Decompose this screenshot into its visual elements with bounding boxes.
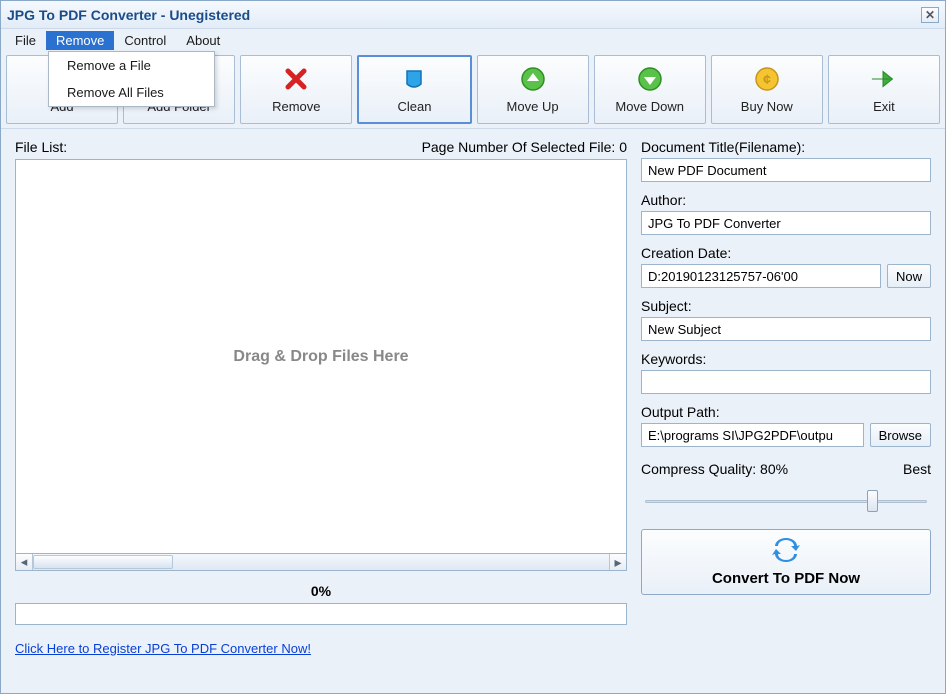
arrow-up-icon (519, 65, 547, 93)
arrow-down-icon (636, 65, 664, 93)
remove-dropdown: Remove a File Remove All Files (48, 51, 215, 107)
clean-icon (400, 65, 428, 93)
file-list-label: File List: (15, 139, 67, 155)
page-number-label: Page Number Of Selected File: 0 (422, 139, 627, 155)
clean-button[interactable]: Clean (357, 55, 471, 124)
move-up-label: Move Up (507, 99, 559, 114)
exit-button[interactable]: Exit (828, 55, 940, 124)
convert-icon (772, 538, 800, 566)
keywords-input[interactable] (641, 370, 931, 394)
buy-now-button[interactable]: ¢ Buy Now (711, 55, 823, 124)
browse-button[interactable]: Browse (870, 423, 931, 447)
doc-title-label: Document Title(Filename): (641, 139, 931, 155)
dropdown-remove-file[interactable]: Remove a File (49, 52, 214, 79)
remove-label: Remove (272, 99, 320, 114)
author-input[interactable] (641, 211, 931, 235)
quality-label: Compress Quality: 80% (641, 461, 788, 477)
menubar: File Remove Control About Remove a File … (1, 29, 945, 51)
remove-button[interactable]: Remove (240, 55, 352, 124)
menu-about[interactable]: About (176, 31, 230, 50)
move-down-button[interactable]: Move Down (594, 55, 706, 124)
scroll-left-icon[interactable]: ◂ (16, 554, 33, 570)
doc-title-input[interactable] (641, 158, 931, 182)
output-path-input[interactable] (641, 423, 864, 447)
creation-date-label: Creation Date: (641, 245, 931, 261)
subject-input[interactable] (641, 317, 931, 341)
convert-button[interactable]: Convert To PDF Now (641, 529, 931, 595)
convert-label: Convert To PDF Now (712, 570, 860, 587)
move-up-button[interactable]: Move Up (477, 55, 589, 124)
window-title: JPG To PDF Converter - Unegistered (7, 7, 250, 23)
progress-bar (15, 603, 627, 625)
menu-remove[interactable]: Remove (46, 31, 114, 50)
coin-icon: ¢ (753, 65, 781, 93)
creation-date-input[interactable] (641, 264, 881, 288)
scroll-right-icon[interactable]: ▸ (609, 554, 626, 570)
buy-now-label: Buy Now (741, 99, 793, 114)
exit-label: Exit (873, 99, 895, 114)
now-button[interactable]: Now (887, 264, 931, 288)
remove-icon (282, 65, 310, 93)
svg-text:¢: ¢ (763, 71, 771, 87)
horizontal-scrollbar[interactable]: ◂ ▸ (15, 554, 627, 571)
subject-label: Subject: (641, 298, 931, 314)
scroll-thumb[interactable] (33, 555, 173, 569)
register-link[interactable]: Click Here to Register JPG To PDF Conver… (15, 641, 627, 656)
close-button[interactable]: ✕ (921, 7, 939, 23)
dropdown-remove-all[interactable]: Remove All Files (49, 79, 214, 106)
output-path-label: Output Path: (641, 404, 931, 420)
author-label: Author: (641, 192, 931, 208)
keywords-label: Keywords: (641, 351, 931, 367)
titlebar: JPG To PDF Converter - Unegistered ✕ (1, 1, 945, 29)
drop-hint: Drag & Drop Files Here (233, 348, 408, 366)
quality-slider[interactable] (641, 489, 931, 515)
menu-control[interactable]: Control (114, 31, 176, 50)
clean-label: Clean (397, 99, 431, 114)
move-down-label: Move Down (615, 99, 684, 114)
quality-best-label: Best (903, 461, 931, 477)
file-list[interactable]: Drag & Drop Files Here (15, 159, 627, 554)
exit-icon (870, 65, 898, 93)
slider-track (645, 500, 927, 503)
slider-thumb[interactable] (867, 490, 878, 512)
menu-file[interactable]: File (5, 31, 46, 50)
progress-text: 0% (15, 583, 627, 599)
